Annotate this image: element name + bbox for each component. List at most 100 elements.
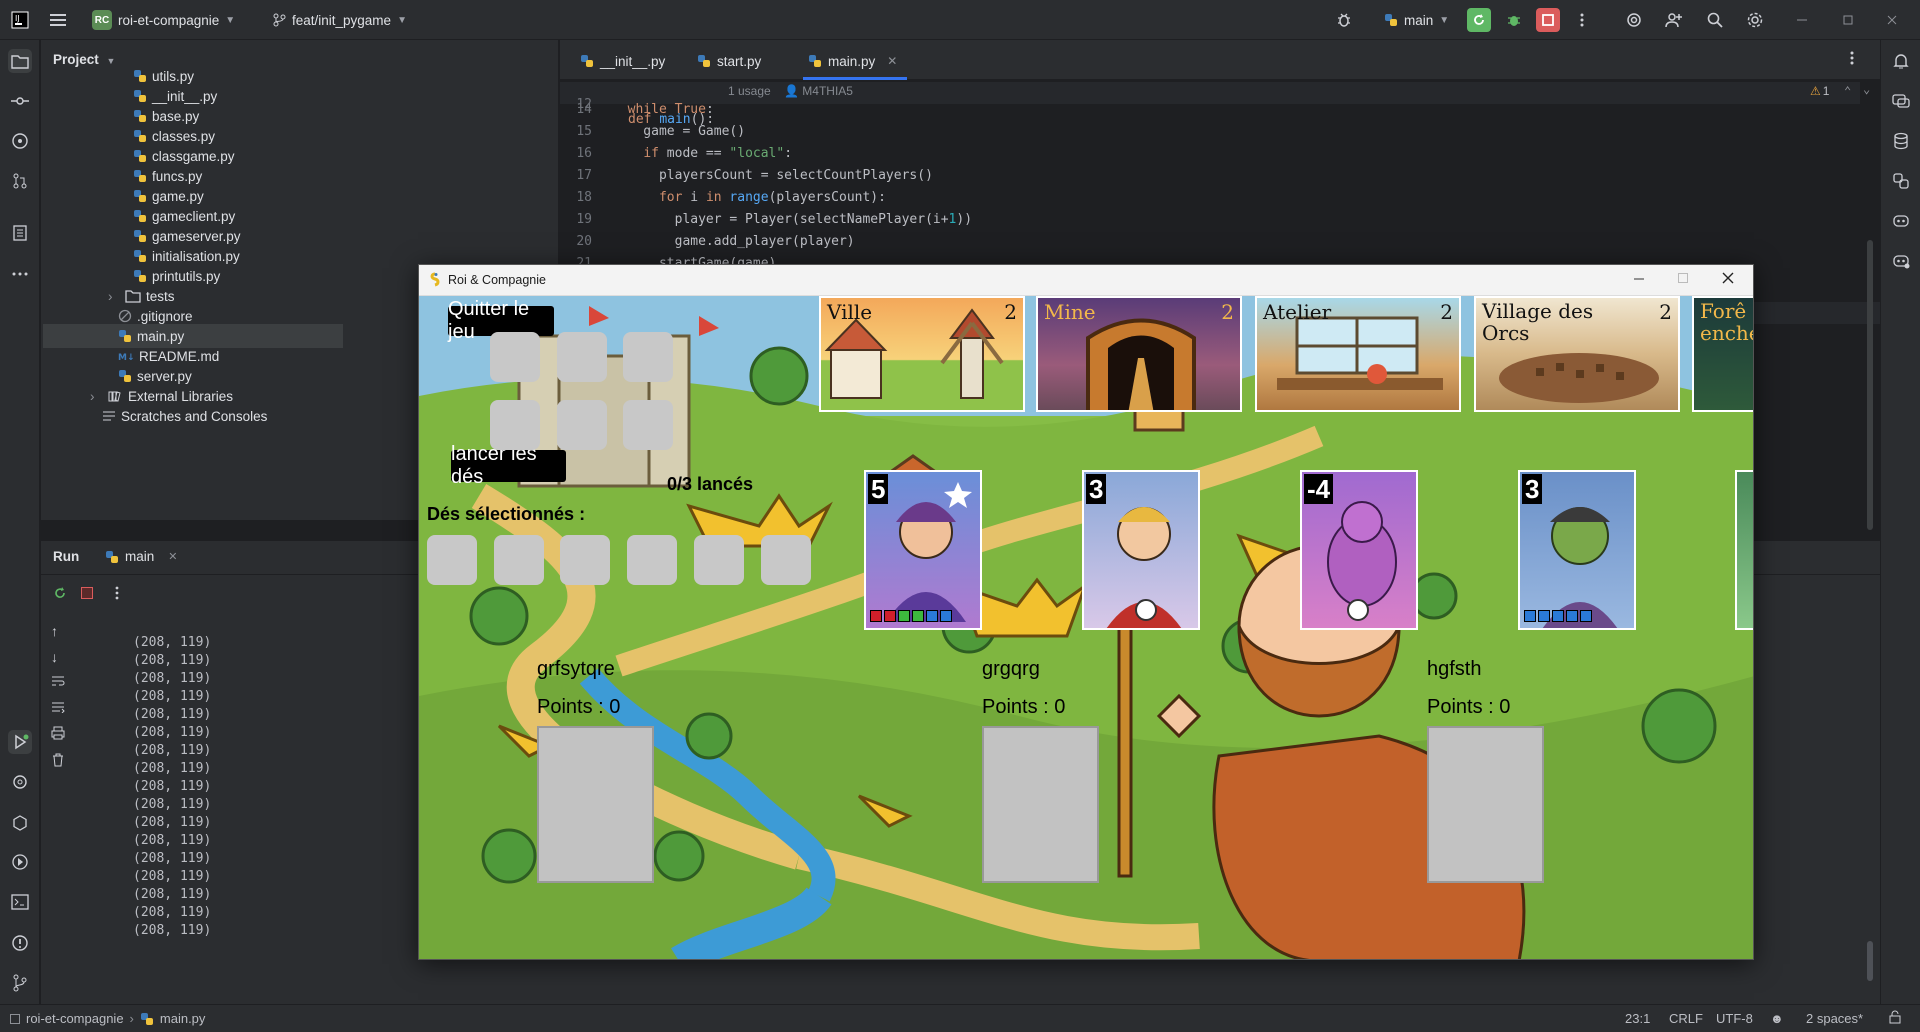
chevron-down-icon[interactable]: ⌄ <box>1863 82 1870 96</box>
minimize-icon[interactable] <box>1790 8 1814 32</box>
caret-position[interactable]: 23:1 <box>1625 1011 1650 1026</box>
settings-gear-icon[interactable] <box>1743 8 1767 32</box>
copilot-status-icon[interactable]: ☻ <box>1770 1011 1784 1026</box>
rerun-icon[interactable] <box>1467 8 1491 32</box>
python-packages-right-icon[interactable] <box>1889 169 1913 193</box>
run-config-selector[interactable]: main ▼ <box>1384 8 1449 32</box>
character-card[interactable]: 5 <box>864 470 982 630</box>
rerun-icon[interactable] <box>53 586 67 600</box>
debug-bug-icon[interactable] <box>1332 8 1356 32</box>
close-tab-icon[interactable]: ✕ <box>168 550 177 563</box>
code-line[interactable]: 20 game.add_player(player) <box>560 234 1860 256</box>
run-scrollbar[interactable] <box>1867 941 1873 981</box>
die-slot[interactable] <box>623 332 673 382</box>
selected-die-slot[interactable] <box>761 535 811 585</box>
run-services-icon[interactable] <box>8 850 32 874</box>
ai-assistant-icon[interactable] <box>1622 8 1646 32</box>
arrow-down-icon[interactable]: ↓ <box>51 649 58 665</box>
git-icon[interactable] <box>8 971 32 995</box>
close-window-icon[interactable] <box>1721 271 1735 285</box>
close-tab-icon[interactable]: ✕ <box>887 54 897 68</box>
code-line[interactable]: 15 game = Game() <box>560 124 1860 146</box>
copilot-chat-icon[interactable] <box>1889 249 1913 273</box>
pull-requests-icon[interactable] <box>8 169 32 193</box>
file-encoding[interactable]: UTF-8 <box>1716 1011 1753 1026</box>
chevron-right-icon[interactable]: › <box>90 389 102 404</box>
commit-icon[interactable] <box>8 89 32 113</box>
more-tools-icon[interactable] <box>8 262 32 286</box>
tab-start-py[interactable]: start.py <box>697 50 761 72</box>
character-card[interactable]: -4 <box>1300 470 1418 630</box>
chevron-right-icon[interactable]: › <box>108 289 120 304</box>
arrow-up-icon[interactable]: ↑ <box>51 623 58 639</box>
character-card[interactable] <box>1735 470 1753 630</box>
selected-die-slot[interactable] <box>627 535 677 585</box>
player-card-slot[interactable] <box>1427 726 1544 883</box>
minimize-icon[interactable] <box>1633 271 1645 285</box>
tab-actions-more-icon[interactable] <box>1850 50 1854 66</box>
tab-main-py[interactable]: main.py ✕ <box>808 50 897 72</box>
selected-die-slot[interactable] <box>694 535 744 585</box>
stop-icon[interactable] <box>81 587 93 599</box>
breadcrumb-file[interactable]: main.py <box>160 1011 206 1026</box>
add-user-icon[interactable] <box>1662 8 1686 32</box>
author-hint[interactable]: 👤 M4THIA5 <box>784 84 853 98</box>
die-slot[interactable] <box>490 332 540 382</box>
notifications-bell-icon[interactable] <box>1889 49 1913 73</box>
selected-die-slot[interactable] <box>427 535 477 585</box>
close-window-icon[interactable] <box>1880 8 1904 32</box>
lock-icon[interactable] <box>1888 1010 1902 1024</box>
city-card-atelier[interactable]: Atelier 2 <box>1255 296 1461 412</box>
main-menu-icon[interactable] <box>46 8 70 32</box>
search-icon[interactable] <box>1703 8 1727 32</box>
game-canvas[interactable]: Quitter le jeu lancer les dés 0/3 lancés… <box>419 296 1753 959</box>
maximize-icon[interactable] <box>1836 8 1860 32</box>
ai-chat-icon[interactable] <box>1889 89 1913 113</box>
tree-item[interactable]: Scratches and Consoles <box>102 404 267 428</box>
run-tab-main[interactable]: main ✕ <box>105 549 177 564</box>
selected-die-slot[interactable] <box>560 535 610 585</box>
code-line[interactable]: 19 player = Player(selectNamePlayer(i+1)… <box>560 212 1860 234</box>
roll-dice-button[interactable]: lancer les dés <box>451 443 566 488</box>
project-switcher[interactable]: RC roi-et-compagnie ▼ <box>92 8 235 32</box>
city-card-village-des-orcs[interactable]: Village des Orcs 2 <box>1474 296 1680 412</box>
editor-scrollbar[interactable] <box>1867 240 1873 530</box>
code-line[interactable]: 16 if mode == "local": <box>560 146 1860 168</box>
print-icon[interactable] <box>51 726 65 740</box>
more-vertical-icon[interactable] <box>1570 8 1594 32</box>
database-icon[interactable] <box>1889 129 1913 153</box>
code-line[interactable]: 18 for i in range(playersCount): <box>560 190 1860 212</box>
code-line[interactable]: 14 while True: <box>560 102 1860 124</box>
project-folder-icon[interactable] <box>8 49 32 73</box>
terminal-icon[interactable] <box>8 890 32 914</box>
selected-die-slot[interactable] <box>494 535 544 585</box>
run-panel-title[interactable]: Run <box>53 549 79 564</box>
die-slot[interactable] <box>490 400 540 450</box>
die-slot[interactable] <box>623 400 673 450</box>
more-vertical-icon[interactable] <box>115 586 119 600</box>
stop-icon[interactable] <box>1536 8 1560 32</box>
player-card-slot[interactable] <box>982 726 1099 883</box>
copilot-icon[interactable] <box>1889 209 1913 233</box>
maximize-icon[interactable] <box>1677 271 1689 285</box>
warning-indicator[interactable]: ⚠ 1 <box>1810 84 1829 98</box>
python-console-icon[interactable] <box>8 770 32 794</box>
soft-wrap-icon[interactable] <box>51 675 65 687</box>
character-card[interactable]: 3 <box>1082 470 1200 630</box>
die-slot[interactable] <box>557 400 607 450</box>
debug-icon[interactable] <box>1502 8 1526 32</box>
scroll-to-end-icon[interactable] <box>51 701 65 713</box>
intellij-logo-icon[interactable]: IJ <box>8 8 32 32</box>
city-card-ville[interactable]: Ville 2 <box>819 296 1025 412</box>
services-icon[interactable] <box>8 811 32 835</box>
die-slot[interactable] <box>557 332 607 382</box>
indent-setting[interactable]: 2 spaces* <box>1806 1011 1863 1026</box>
tab-init-py[interactable]: __init__.py <box>580 50 665 72</box>
line-ending[interactable]: CRLF <box>1669 1011 1703 1026</box>
run-tool-icon[interactable] <box>8 730 32 754</box>
breadcrumb-project[interactable]: roi-et-compagnie <box>26 1011 124 1026</box>
player-card-slot[interactable] <box>537 726 654 883</box>
branch-switcher[interactable]: feat/init_pygame ▼ <box>272 8 407 32</box>
city-card-foret-enchantee[interactable]: Forê enche <box>1692 296 1753 412</box>
trash-icon[interactable] <box>51 753 65 767</box>
